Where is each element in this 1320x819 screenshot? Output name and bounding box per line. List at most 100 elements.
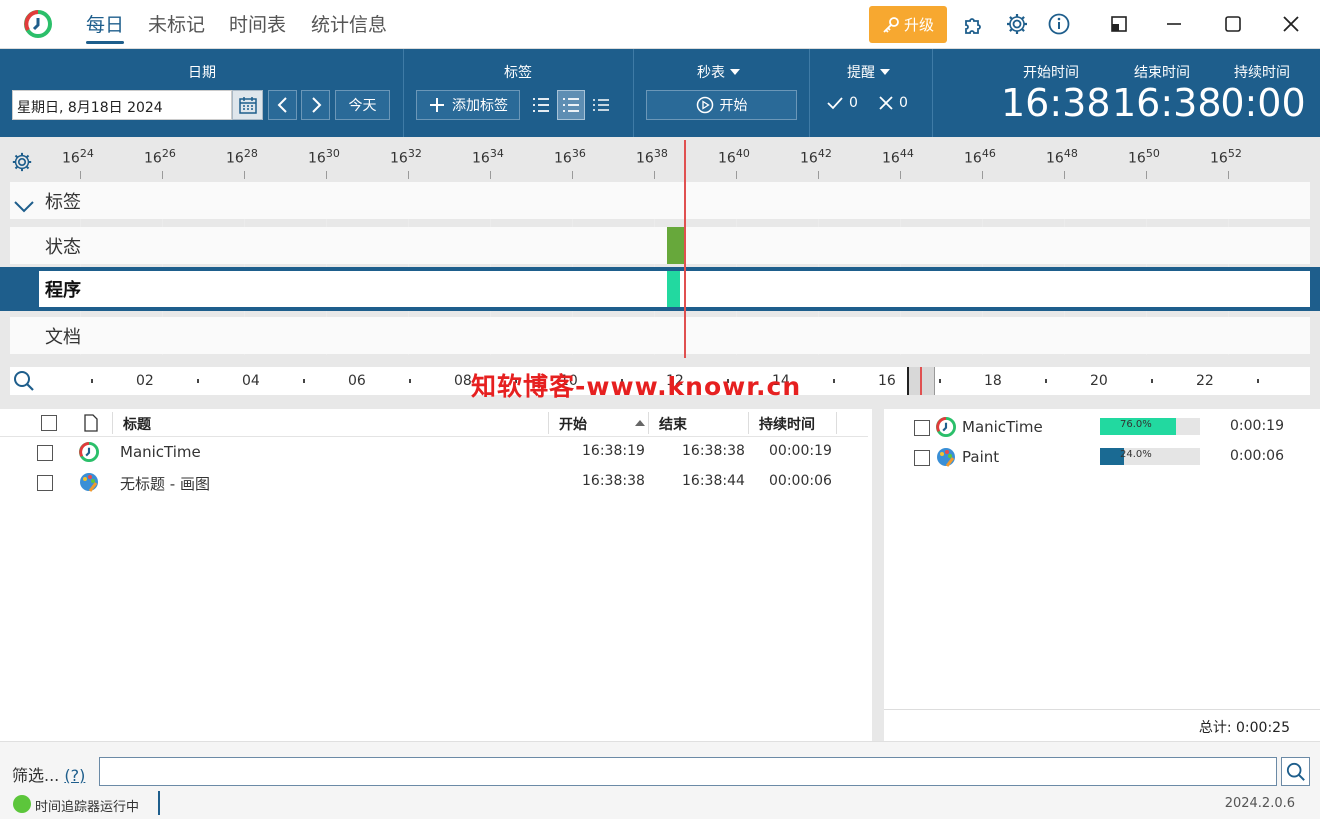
filter-search-button[interactable]: [1281, 757, 1310, 786]
gear-icon[interactable]: [1005, 12, 1029, 36]
stopwatch-dropdown[interactable]: 秒表: [697, 62, 741, 82]
summary-duration: 0:00:19: [1230, 418, 1284, 434]
summary-row[interactable]: ManicTime 76.0% 0:00:19: [884, 411, 1320, 441]
overview-tick: [1151, 379, 1153, 383]
tab-untagged[interactable]: 未标记: [148, 10, 205, 46]
next-day-button[interactable]: [301, 90, 330, 120]
key-icon: [883, 16, 899, 33]
minimize-icon[interactable]: [1162, 12, 1186, 36]
chevron-down-icon[interactable]: [13, 200, 35, 214]
status-divider: [158, 791, 160, 815]
tab-daily[interactable]: 每日: [86, 10, 125, 46]
tab-timesheet[interactable]: 时间表: [229, 10, 286, 46]
column-header-end[interactable]: 结束: [659, 414, 687, 434]
summary-percent-label: 24.0%: [1120, 449, 1152, 460]
close-icon[interactable]: [1279, 12, 1303, 36]
row-checkbox[interactable]: [37, 475, 53, 491]
compact-list-button[interactable]: [587, 90, 615, 120]
ruler-tick: [1064, 171, 1065, 179]
row-checkbox[interactable]: [37, 445, 53, 461]
timeline-ruler: 1624 1626 1628 1630 1632 1634 1636 1638 1640 1642…: [0, 137, 1320, 179]
reminder-dismissed-value: 0: [899, 95, 908, 111]
summary-duration: 0:00:06: [1230, 448, 1284, 464]
lane-status[interactable]: 状态: [10, 227, 1310, 264]
summary-app-name: ManicTime: [962, 418, 1043, 436]
column-separator: [112, 412, 113, 434]
summary-row-checkbox[interactable]: [914, 450, 930, 466]
upgrade-button[interactable]: 升级: [869, 6, 947, 43]
duration-value: 0:00: [1220, 81, 1306, 125]
overview-tick: [833, 379, 835, 383]
date-field[interactable]: 星期日, 8月18日 2024: [12, 90, 232, 120]
ruler-time-label: 1628: [226, 147, 258, 167]
reminder-dismissed-count[interactable]: 0: [879, 95, 908, 111]
column-header-start[interactable]: 开始: [559, 414, 587, 434]
stopwatch-start-button[interactable]: 开始: [646, 90, 797, 120]
tags-section-title: 标签: [504, 65, 532, 81]
document-icon: [84, 414, 98, 432]
timeline-settings-gear-icon[interactable]: [11, 151, 33, 173]
overview-tick: [1045, 379, 1047, 383]
ruler-tick: [162, 171, 163, 179]
panel-splitter[interactable]: [872, 409, 884, 741]
summary-divider: [884, 709, 1320, 710]
summary-total: 总计: 0:00:25: [1198, 720, 1290, 736]
calendar-button[interactable]: [232, 90, 263, 120]
info-icon[interactable]: [1047, 12, 1071, 36]
filter-input[interactable]: [99, 757, 1277, 786]
filter-area: 筛选... (?) 时间追踪器运行中 2024.2.0.6: [0, 741, 1320, 819]
end-time-value: 16:38: [1112, 81, 1222, 125]
search-icon[interactable]: [13, 370, 35, 392]
lane-documents[interactable]: 文档: [10, 317, 1310, 354]
puzzle-icon[interactable]: [962, 12, 986, 36]
column-separator: [836, 412, 837, 434]
chevron-down-icon: [730, 69, 740, 75]
overview-hour-label: 08: [454, 373, 472, 389]
ruler-time-label: 1624: [62, 147, 94, 167]
tracker-status-icon: [13, 795, 31, 813]
end-time-label: 结束时间: [1134, 65, 1190, 81]
lane-label-tags: 标签: [45, 192, 81, 213]
list-view-button[interactable]: [527, 90, 555, 120]
start-time-label: 开始时间: [1023, 65, 1079, 81]
lane-programs[interactable]: 程序: [0, 267, 1320, 311]
current-time-line: [684, 140, 686, 358]
overview-hour-label: 18: [984, 373, 1002, 389]
column-header-title[interactable]: 标题: [123, 414, 151, 434]
ruler-tick: [900, 171, 901, 179]
table-row[interactable]: ManicTime 16:38:19 16:38:38 00:00:19: [0, 437, 868, 467]
ruler-tick: [80, 171, 81, 179]
plus-icon: [430, 98, 444, 112]
list-view-selected-button[interactable]: [557, 90, 585, 120]
row-title: 无标题 - 画图: [120, 475, 210, 493]
ruler-time-label: 1652: [1210, 147, 1242, 167]
filter-help-link[interactable]: (?): [64, 766, 85, 785]
toolbar-divider: [809, 49, 810, 137]
summary-row-checkbox[interactable]: [914, 420, 930, 436]
compact-mode-icon[interactable]: [1107, 12, 1131, 36]
chevron-down-icon: [880, 69, 890, 75]
maximize-icon[interactable]: [1221, 12, 1245, 36]
summary-row[interactable]: Paint 24.0% 0:00:06: [884, 441, 1320, 471]
chevron-left-icon: [277, 97, 287, 113]
program-activity-bar[interactable]: [667, 271, 680, 307]
previous-day-button[interactable]: [268, 90, 297, 120]
select-all-checkbox[interactable]: [41, 415, 57, 431]
ruler-tick: [1228, 171, 1229, 179]
reminder-dropdown[interactable]: 提醒: [847, 62, 891, 82]
overview-tick: [409, 379, 411, 383]
column-separator: [748, 412, 749, 434]
ruler-time-label: 1634: [472, 147, 504, 167]
today-button[interactable]: 今天: [335, 90, 390, 120]
timeline: 1624 1626 1628 1630 1632 1634 1636 1638 1640 1642…: [0, 137, 1320, 409]
tab-statistics[interactable]: 统计信息: [311, 10, 387, 46]
ruler-time-label: 1642: [800, 147, 832, 167]
status-activity-bar[interactable]: [667, 227, 685, 264]
add-tag-button[interactable]: 添加标签: [416, 90, 520, 120]
lane-programs-inner: 程序: [39, 271, 1310, 307]
lane-tags[interactable]: 标签: [10, 182, 1310, 219]
table-row[interactable]: 无标题 - 画图 16:38:38 16:38:44 00:00:06: [0, 467, 868, 497]
reminder-done-count[interactable]: 0: [827, 95, 858, 111]
column-header-duration[interactable]: 持续时间: [759, 414, 815, 434]
ruler-tick: [490, 171, 491, 179]
